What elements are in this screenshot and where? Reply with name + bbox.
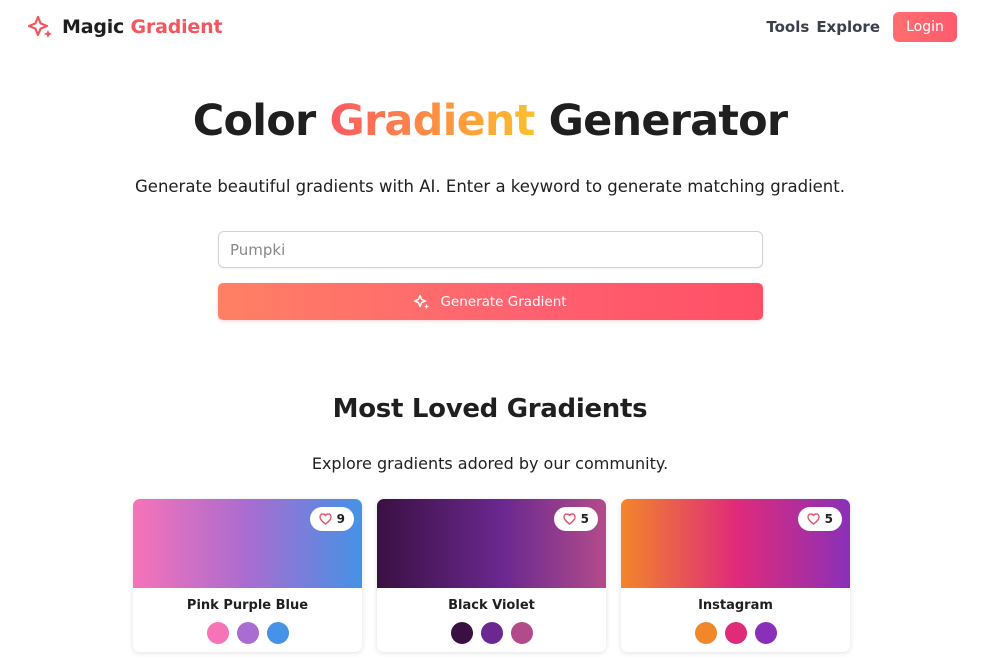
gradient-name: Black Violet bbox=[448, 598, 535, 613]
title-part-color: Color bbox=[192, 96, 316, 146]
gradient-card[interactable]: 5 Black Violet bbox=[377, 499, 606, 652]
top-nav: Magic Gradient Tools Explore Login bbox=[0, 0, 1000, 54]
like-count: 5 bbox=[580, 512, 589, 526]
page-title: Color Gradient Generator bbox=[0, 96, 980, 146]
color-swatch[interactable] bbox=[450, 622, 473, 644]
nav-link-tools[interactable]: Tools bbox=[766, 18, 809, 36]
page-subtitle: Generate beautiful gradients with AI. En… bbox=[135, 177, 845, 196]
login-button[interactable]: Login bbox=[893, 12, 957, 42]
section-subtitle: Explore gradients adored by our communit… bbox=[311, 454, 669, 473]
color-swatch[interactable] bbox=[694, 622, 717, 644]
brand-name: Magic Gradient bbox=[62, 16, 223, 38]
title-part-gradient: Gradient bbox=[329, 96, 536, 146]
color-swatch[interactable] bbox=[754, 622, 777, 644]
heart-icon bbox=[318, 513, 332, 525]
color-swatch[interactable] bbox=[510, 622, 533, 644]
like-count: 5 bbox=[824, 512, 833, 526]
color-swatch[interactable] bbox=[724, 622, 747, 644]
like-button[interactable]: 9 bbox=[309, 507, 354, 531]
generate-button-label: Generate Gradient bbox=[440, 293, 567, 310]
color-swatch[interactable] bbox=[236, 622, 259, 644]
color-swatch[interactable] bbox=[266, 622, 289, 644]
heart-icon bbox=[806, 513, 820, 525]
sparkles-icon bbox=[414, 294, 430, 309]
keyword-input[interactable] bbox=[218, 231, 763, 268]
color-swatch[interactable] bbox=[480, 622, 503, 644]
color-swatches bbox=[377, 622, 606, 644]
nav-link-explore[interactable]: Explore bbox=[816, 18, 880, 36]
sparkles-icon bbox=[28, 15, 52, 38]
gradient-name: Pink Purple Blue bbox=[186, 598, 309, 613]
gradient-name: Instagram bbox=[698, 598, 773, 613]
brand-name-magic: Magic bbox=[62, 16, 125, 38]
color-swatch[interactable] bbox=[206, 622, 229, 644]
color-swatches bbox=[621, 622, 850, 644]
title-part-generator: Generator bbox=[548, 96, 788, 146]
brand-name-gradient: Gradient bbox=[130, 16, 223, 38]
gradient-card[interactable]: 5 Instagram bbox=[621, 499, 850, 652]
color-swatches bbox=[133, 622, 362, 644]
like-button[interactable]: 5 bbox=[553, 507, 598, 531]
gradient-card[interactable]: 9 Pink Purple Blue bbox=[133, 499, 362, 652]
brand-logo[interactable]: Magic Gradient bbox=[28, 12, 223, 42]
nav-links: Tools Explore Login bbox=[766, 12, 957, 42]
heart-icon bbox=[562, 513, 576, 525]
like-button[interactable]: 5 bbox=[797, 507, 842, 531]
section-title: Most Loved Gradients bbox=[332, 394, 648, 424]
generate-gradient-button[interactable]: Generate Gradient bbox=[218, 283, 763, 320]
like-count: 9 bbox=[336, 512, 345, 526]
